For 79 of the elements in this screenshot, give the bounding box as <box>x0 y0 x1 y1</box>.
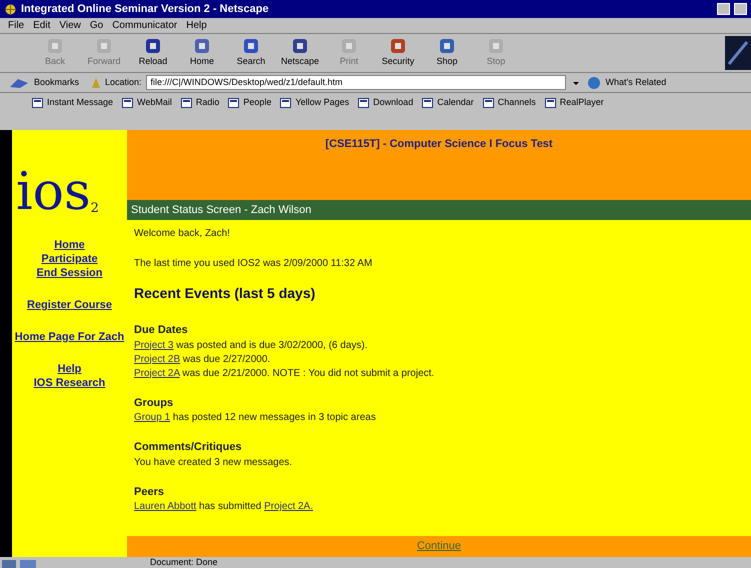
page-icon <box>482 98 494 108</box>
page-icon <box>422 98 434 108</box>
event-text: was posted and is due 3/02/2000, (6 days). <box>175 340 368 350</box>
personal-bar-link[interactable]: Channels <box>482 96 536 110</box>
nav-link[interactable]: Home Page For Zach <box>14 330 124 344</box>
nav-link[interactable]: Home <box>54 238 85 252</box>
event-text: has submitted <box>198 501 262 512</box>
event-link[interactable]: Project 2B <box>134 354 180 364</box>
page-icon <box>180 98 192 108</box>
location-label: Location: <box>105 76 142 89</box>
last-used-text: The last time you used IOS2 was 2/09/2000 11:32 AM <box>134 257 374 271</box>
toolbar-button[interactable]: Search <box>228 37 274 69</box>
course-title: [CSE115T] - Computer Science I Focus Test <box>325 137 553 152</box>
event-text: has posted 12 new messages in 3 topic areas <box>172 412 376 423</box>
personal-bar-link[interactable]: WebMail <box>122 96 172 110</box>
event-link[interactable]: Project 2A <box>134 368 180 378</box>
event-category: Comments/Critiques <box>134 440 243 455</box>
event-category: Due Dates <box>134 323 189 338</box>
toolbar-icon <box>339 37 359 56</box>
page-icon <box>544 98 556 108</box>
event-category: Peers <box>134 484 165 500</box>
toolbar-button[interactable]: Netscape <box>277 37 323 69</box>
event-text: was due 2/21/2000. NOTE : You did not submit a project. <box>181 368 434 378</box>
personal-bar-link[interactable]: Calendar <box>422 96 474 110</box>
event-text: You have created 3 new messages. <box>134 456 292 468</box>
nav-link[interactable]: IOS Research <box>34 376 106 390</box>
logo-subscript: 2 <box>90 200 99 218</box>
section-heading: Recent Events (last 5 days) <box>134 284 316 303</box>
toolbar-button[interactable]: Security <box>375 37 421 69</box>
status-text: Document: Done <box>150 556 218 568</box>
toolbar-icon <box>45 37 65 56</box>
menu-item[interactable]: Help <box>186 18 207 33</box>
personal-bar-link[interactable]: Yellow Pages <box>280 96 350 110</box>
page-icon <box>228 98 240 108</box>
personal-bar-link[interactable]: Download <box>358 96 414 110</box>
toolbar-icon <box>143 37 163 56</box>
event-link[interactable]: Project 2A. <box>264 501 314 512</box>
window-title: Integrated Online Seminar Version 2 - Netscape <box>21 2 270 17</box>
toolbar-icon <box>437 37 457 56</box>
personal-bar-link[interactable]: Radio <box>180 96 220 110</box>
menu-item[interactable]: Go <box>90 18 104 33</box>
toolbar-icon <box>241 37 261 56</box>
toolbar-button[interactable]: Home <box>179 37 225 69</box>
toolbar-button[interactable]: Shop <box>424 37 470 69</box>
page-icon <box>280 98 292 108</box>
nav-link[interactable]: Register Course <box>27 298 112 312</box>
toolbar-icon <box>192 37 212 56</box>
menu-item[interactable]: File <box>8 18 24 33</box>
toolbar-icon <box>388 37 408 56</box>
event-link[interactable]: Lauren Abbott <box>134 501 196 512</box>
ios-logo: ios <box>16 166 91 218</box>
nav-link[interactable]: Participate <box>41 252 98 266</box>
toolbar-icon <box>290 37 310 56</box>
page-icon <box>32 98 43 108</box>
nav-link[interactable]: End Session <box>36 266 102 280</box>
nav-link[interactable]: Help <box>58 362 82 376</box>
toolbar-icon <box>94 37 114 56</box>
menu-item[interactable]: View <box>59 18 81 33</box>
page-icon <box>358 98 370 108</box>
personal-bar-link[interactable]: Instant Message <box>32 96 114 110</box>
menu-item[interactable]: Communicator <box>112 18 178 33</box>
whats-related-button[interactable]: What's Related <box>606 76 666 90</box>
event-link[interactable]: Project 3 <box>134 340 174 350</box>
subtitle: Student Status Screen - Zach Wilson <box>131 202 312 218</box>
welcome-text: Welcome back, Zach! <box>134 227 231 241</box>
menu-item[interactable]: Edit <box>33 18 50 33</box>
event-link[interactable]: Group 1 <box>134 412 170 423</box>
bookmarks-button[interactable]: Bookmarks <box>34 76 80 90</box>
page-icon <box>122 98 134 108</box>
personal-bar-link[interactable]: People <box>228 96 272 110</box>
location-field[interactable]: file:///C|/WINDOWS/Desktop/wed/z1/default.htm <box>146 75 566 90</box>
app-icon <box>4 2 17 16</box>
event-text: was due 2/27/2000. <box>182 354 270 364</box>
toolbar-button[interactable]: Reload <box>130 37 176 69</box>
personal-bar-link[interactable]: RealPlayer <box>544 96 604 110</box>
minimize-button[interactable] <box>717 3 730 15</box>
event-category: Groups <box>134 396 174 410</box>
maximize-button[interactable] <box>734 3 747 15</box>
toolbar-icon <box>486 37 506 56</box>
